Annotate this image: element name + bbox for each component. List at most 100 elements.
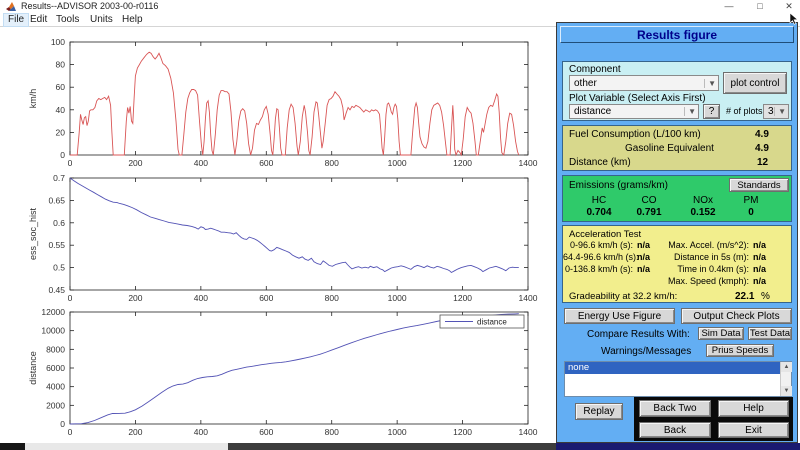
close-button[interactable]: ✕ (776, 0, 800, 13)
svg-text:60: 60 (56, 82, 66, 92)
svg-text:0: 0 (60, 150, 65, 160)
help-question-button[interactable]: ? (703, 104, 720, 119)
svg-text:400: 400 (194, 158, 208, 168)
test-data-button[interactable]: Test Data (748, 327, 792, 340)
panel-bottom-strip (556, 443, 800, 450)
svg-text:1400: 1400 (519, 158, 538, 168)
panel-title: Results figure (560, 26, 794, 43)
chevron-down-icon: ▼ (774, 107, 786, 116)
svg-text:km/h: km/h (28, 89, 38, 109)
emissions-col-header: NOx (693, 195, 713, 206)
svg-text:2000: 2000 (46, 400, 65, 410)
bottom-edge-track (25, 443, 228, 450)
svg-text:ess_soc_hist: ess_soc_hist (28, 207, 38, 260)
warnings-list-item[interactable]: none (565, 362, 780, 374)
gradeability-value: 22.1 (735, 291, 755, 302)
matlab-app-icon (6, 2, 16, 11)
emissions-value: 0.704 (586, 207, 612, 218)
accel-label: Max. Accel. (m/s^2): (668, 240, 749, 250)
svg-text:600: 600 (259, 427, 273, 437)
warnings-listbox[interactable]: none ▲ ▼ (564, 361, 792, 397)
svg-text:8000: 8000 (46, 344, 65, 354)
svg-text:800: 800 (325, 158, 339, 168)
minimize-button[interactable]: — (716, 0, 742, 13)
svg-text:0: 0 (68, 427, 73, 437)
accel-value: n/a (637, 240, 651, 250)
svg-text:0.6: 0.6 (53, 218, 65, 228)
navigation-button-group: Back Two Help Back Exit (634, 397, 793, 441)
chevron-down-icon: ▼ (684, 107, 696, 116)
listbox-scrollbar[interactable]: ▲ ▼ (780, 362, 792, 396)
back-two-button[interactable]: Back Two (639, 400, 711, 417)
svg-text:0.7: 0.7 (53, 173, 65, 183)
fuel-row-value: 12 (757, 157, 769, 168)
chevron-down-icon: ▼ (704, 78, 716, 88)
menu-help[interactable]: Help (118, 14, 147, 26)
svg-text:80: 80 (56, 60, 66, 70)
replay-button[interactable]: Replay (575, 403, 623, 420)
svg-text:20: 20 (56, 127, 66, 137)
plot-control-button[interactable]: plot control (723, 72, 787, 94)
sim-data-button[interactable]: Sim Data (698, 327, 744, 340)
accel-label: Max. Speed (kmph): (667, 276, 749, 286)
svg-text:0.5: 0.5 (53, 263, 65, 273)
svg-text:12000: 12000 (41, 307, 65, 317)
energy-use-figure-button[interactable]: Energy Use Figure (564, 308, 675, 324)
menu-units[interactable]: Units (86, 14, 117, 26)
fuel-row-value: 4.9 (755, 143, 769, 154)
accel-title: Acceleration Test (569, 229, 642, 240)
svg-text:800: 800 (325, 427, 339, 437)
compare-results-label: Compare Results With: (587, 329, 690, 340)
accel-value: n/a (753, 240, 767, 250)
svg-text:6000: 6000 (46, 363, 65, 373)
plot-selection-group: Component other ▼ plot control Plot Vari… (562, 61, 792, 121)
exit-button[interactable]: Exit (718, 422, 789, 438)
svg-text:100: 100 (51, 37, 65, 47)
help-button[interactable]: Help (718, 400, 789, 417)
num-plots-value: 3 (768, 106, 774, 117)
scroll-up-icon[interactable]: ▲ (781, 362, 792, 372)
component-label: Component (569, 64, 621, 75)
menu-file[interactable]: File (2, 13, 30, 27)
svg-text:4000: 4000 (46, 382, 65, 392)
back-button[interactable]: Back (639, 422, 711, 438)
component-select[interactable]: other ▼ (569, 75, 719, 91)
prius-speeds-button[interactable]: Prius Speeds (706, 344, 774, 357)
bottom-edge-left (0, 443, 25, 450)
accel-label: Distance in 5s (m): (673, 252, 749, 262)
svg-text:1000: 1000 (388, 158, 407, 168)
svg-text:1400: 1400 (519, 427, 538, 437)
svg-text:10000: 10000 (41, 326, 65, 336)
plot-variable-select-value: distance (574, 106, 612, 117)
svg-text:600: 600 (259, 158, 273, 168)
menu-edit[interactable]: Edit (26, 14, 51, 26)
svg-text:0: 0 (60, 419, 65, 429)
fuel-row-label: Gasoline Equivalent (625, 143, 714, 154)
emissions-col-header: HC (591, 195, 607, 206)
standards-button[interactable]: Standards (729, 178, 789, 192)
svg-text:0.55: 0.55 (48, 240, 65, 250)
fuel-row-label: Distance (km) (569, 157, 631, 168)
emissions-col-header: CO (641, 195, 657, 206)
svg-text:400: 400 (194, 427, 208, 437)
restore-button[interactable]: □ (747, 0, 773, 13)
mouse-cursor-icon (789, 13, 799, 25)
accel-label: 0-96.6 km/h (s): (569, 240, 633, 250)
num-plots-select[interactable]: 3 ▼ (763, 104, 789, 119)
svg-text:0.45: 0.45 (48, 285, 65, 295)
fuel-row-label: Fuel Consumption (L/100 km) (569, 129, 701, 140)
advisor-results-window: Results--ADVISOR 2003-00-r0116 — □ ✕ Fil… (0, 0, 800, 450)
window-title: Results--ADVISOR 2003-00-r0116 (21, 1, 159, 11)
accel-value: n/a (753, 276, 767, 286)
menu-tools[interactable]: Tools (52, 14, 83, 26)
component-select-value: other (574, 77, 597, 89)
fuel-consumption-group: Fuel Consumption (L/100 km) 4.9 Gasoline… (562, 125, 792, 171)
emissions-value: 0.152 (690, 207, 716, 218)
svg-text:0: 0 (68, 158, 73, 168)
accel-value: n/a (753, 252, 767, 262)
ess-soc-plot: 0 200 400 600 800 1000 1200 14000.450.50.550.60… (28, 173, 538, 303)
scroll-down-icon[interactable]: ▼ (781, 386, 792, 396)
bottom-edge-thumb (228, 443, 556, 450)
output-check-plots-button[interactable]: Output Check Plots (681, 308, 792, 324)
plot-variable-select[interactable]: distance ▼ (569, 104, 699, 119)
